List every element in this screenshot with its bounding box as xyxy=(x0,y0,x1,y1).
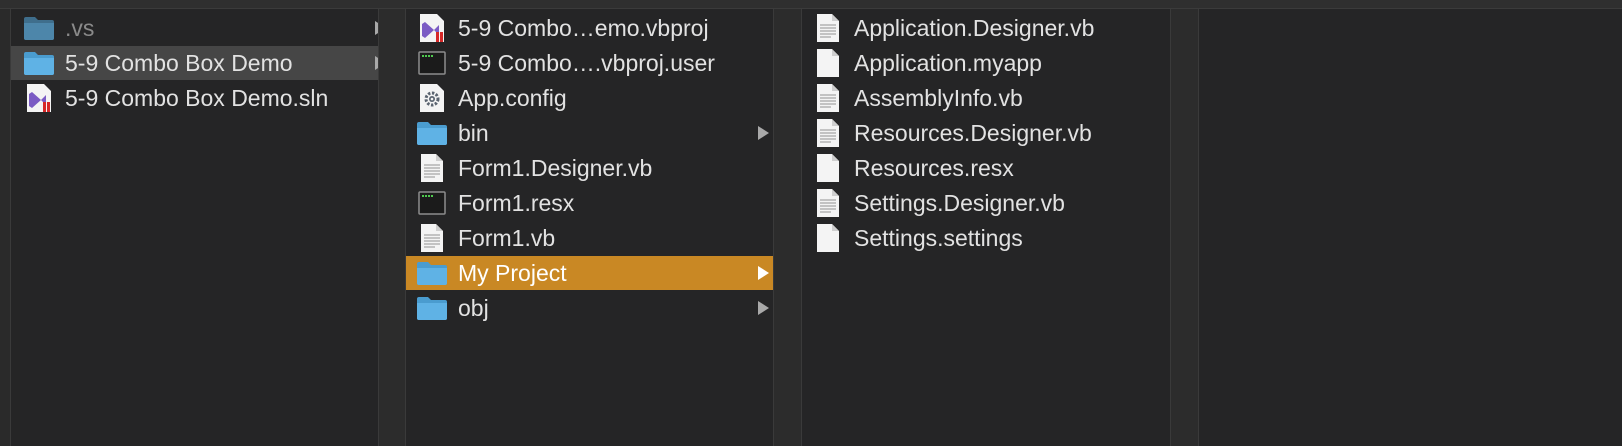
terminal-file-icon xyxy=(416,48,448,78)
blank-document-icon xyxy=(812,153,844,183)
folder-icon xyxy=(416,258,448,288)
config-gear-icon xyxy=(416,83,448,113)
folder-icon xyxy=(23,13,55,43)
item-label: 5-9 Combo…emo.vbproj xyxy=(458,14,709,41)
list-item-form1-designer[interactable]: Form1.Designer.vb xyxy=(406,151,773,185)
chevron-right-icon xyxy=(758,301,769,315)
item-label: Application.Designer.vb xyxy=(854,14,1095,41)
item-label: 5-9 Combo Box Demo xyxy=(65,49,293,76)
item-label: AssemblyInfo.vb xyxy=(854,84,1023,111)
list-item-settings-designer[interactable]: Settings.Designer.vb xyxy=(802,186,1170,220)
text-document-icon xyxy=(812,13,844,43)
item-label: App.config xyxy=(458,84,567,111)
text-document-icon xyxy=(416,223,448,253)
item-label: Resources.resx xyxy=(854,154,1014,181)
terminal-file-icon xyxy=(416,188,448,218)
list-item-form1-resx[interactable]: Form1.resx xyxy=(406,186,773,220)
folder-icon xyxy=(416,293,448,323)
item-label: obj xyxy=(458,294,489,321)
text-document-icon xyxy=(812,188,844,218)
item-label: Settings.settings xyxy=(854,224,1023,251)
text-document-icon xyxy=(812,118,844,148)
item-label: Form1.vb xyxy=(458,224,556,251)
folder-icon xyxy=(23,48,55,78)
left-edge xyxy=(0,9,11,446)
text-document-icon xyxy=(812,83,844,113)
item-label: .vs xyxy=(65,14,95,41)
text-document-icon xyxy=(416,153,448,183)
blank-document-icon xyxy=(812,48,844,78)
list-item-app-config[interactable]: App.config xyxy=(406,81,773,115)
chevron-right-icon xyxy=(758,126,769,140)
list-item-my-project-folder[interactable]: My Project xyxy=(406,256,773,290)
column-divider[interactable] xyxy=(1170,9,1199,446)
list-item-settings-settings[interactable]: Settings.settings xyxy=(802,221,1170,255)
list-item-vs-folder[interactable]: .vs xyxy=(11,11,390,45)
list-item-bin-folder[interactable]: bin xyxy=(406,116,773,150)
list-item-form1-vb[interactable]: Form1.vb xyxy=(406,221,773,255)
list-item-application-designer[interactable]: Application.Designer.vb xyxy=(802,11,1170,45)
list-item-application-myapp[interactable]: Application.myapp xyxy=(802,46,1170,80)
browser-column-4-empty[interactable] xyxy=(1199,9,1622,446)
item-label: 5-9 Combo….vbproj.user xyxy=(458,49,715,76)
item-label: bin xyxy=(458,119,489,146)
item-label: Form1.Designer.vb xyxy=(458,154,653,181)
list-item-assemblyinfo[interactable]: AssemblyInfo.vb xyxy=(802,81,1170,115)
browser-column-3[interactable]: Application.Designer.vb Application.myap… xyxy=(802,9,1170,446)
list-item-resources-resx[interactable]: Resources.resx xyxy=(802,151,1170,185)
list-item-obj-folder[interactable]: obj xyxy=(406,291,773,325)
list-item-combo-box-demo-folder[interactable]: 5-9 Combo Box Demo xyxy=(11,46,390,80)
column-divider[interactable] xyxy=(378,9,406,446)
list-item-resources-designer[interactable]: Resources.Designer.vb xyxy=(802,116,1170,150)
item-label: Settings.Designer.vb xyxy=(854,189,1065,216)
visual-studio-project-icon xyxy=(416,13,448,43)
list-item-solution-file[interactable]: 5-9 Combo Box Demo.sln xyxy=(11,81,390,115)
blank-document-icon xyxy=(812,223,844,253)
item-label: Resources.Designer.vb xyxy=(854,119,1092,146)
browser-column-2[interactable]: 5-9 Combo…emo.vbproj 5-9 Combo….vbproj.u… xyxy=(406,9,773,446)
item-label: Application.myapp xyxy=(854,49,1042,76)
browser-column-1[interactable]: .vs 5-9 Combo Box Demo 5-9 Combo Box Dem… xyxy=(11,9,390,446)
item-label: 5-9 Combo Box Demo.sln xyxy=(65,84,329,111)
window-top-edge xyxy=(0,0,1622,9)
item-label: Form1.resx xyxy=(458,189,575,216)
list-item-vbproj[interactable]: 5-9 Combo…emo.vbproj xyxy=(406,11,773,45)
visual-studio-solution-icon xyxy=(23,83,55,113)
column-divider[interactable] xyxy=(773,9,802,446)
item-label: My Project xyxy=(458,259,567,286)
chevron-right-icon xyxy=(758,266,769,280)
folder-icon xyxy=(416,118,448,148)
list-item-vbproj-user[interactable]: 5-9 Combo….vbproj.user xyxy=(406,46,773,80)
